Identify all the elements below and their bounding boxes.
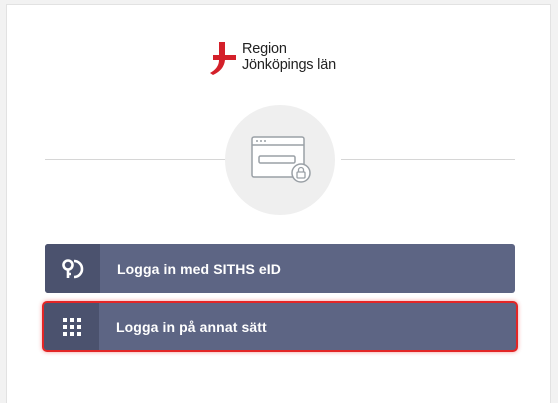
browser-password-window-icon — [251, 136, 311, 183]
grid-dots-icon — [62, 317, 81, 336]
hero-illustration — [225, 105, 335, 215]
siths-icon-box — [45, 244, 100, 293]
siths-login-label: Logga in med SITHS eID — [117, 260, 281, 277]
region-jonkoping-logo: Region Jönköpings län — [210, 41, 336, 77]
siths-login-button[interactable]: Logga in med SITHS eID — [45, 244, 515, 293]
other-login-button[interactable]: Logga in på annat sätt — [42, 301, 518, 352]
brand-line-2: Jönköpings län — [242, 57, 336, 73]
region-cross-logo-icon — [210, 42, 236, 75]
other-icon-box — [44, 303, 99, 350]
brand-line-1: Region — [242, 41, 287, 57]
other-login-label: Logga in på annat sätt — [116, 318, 267, 335]
siths-card-icon — [61, 258, 83, 278]
divider-right — [341, 159, 515, 160]
login-card: Region Jönköpings län Logga in med SITHS… — [6, 4, 551, 403]
divider-left — [45, 159, 231, 160]
